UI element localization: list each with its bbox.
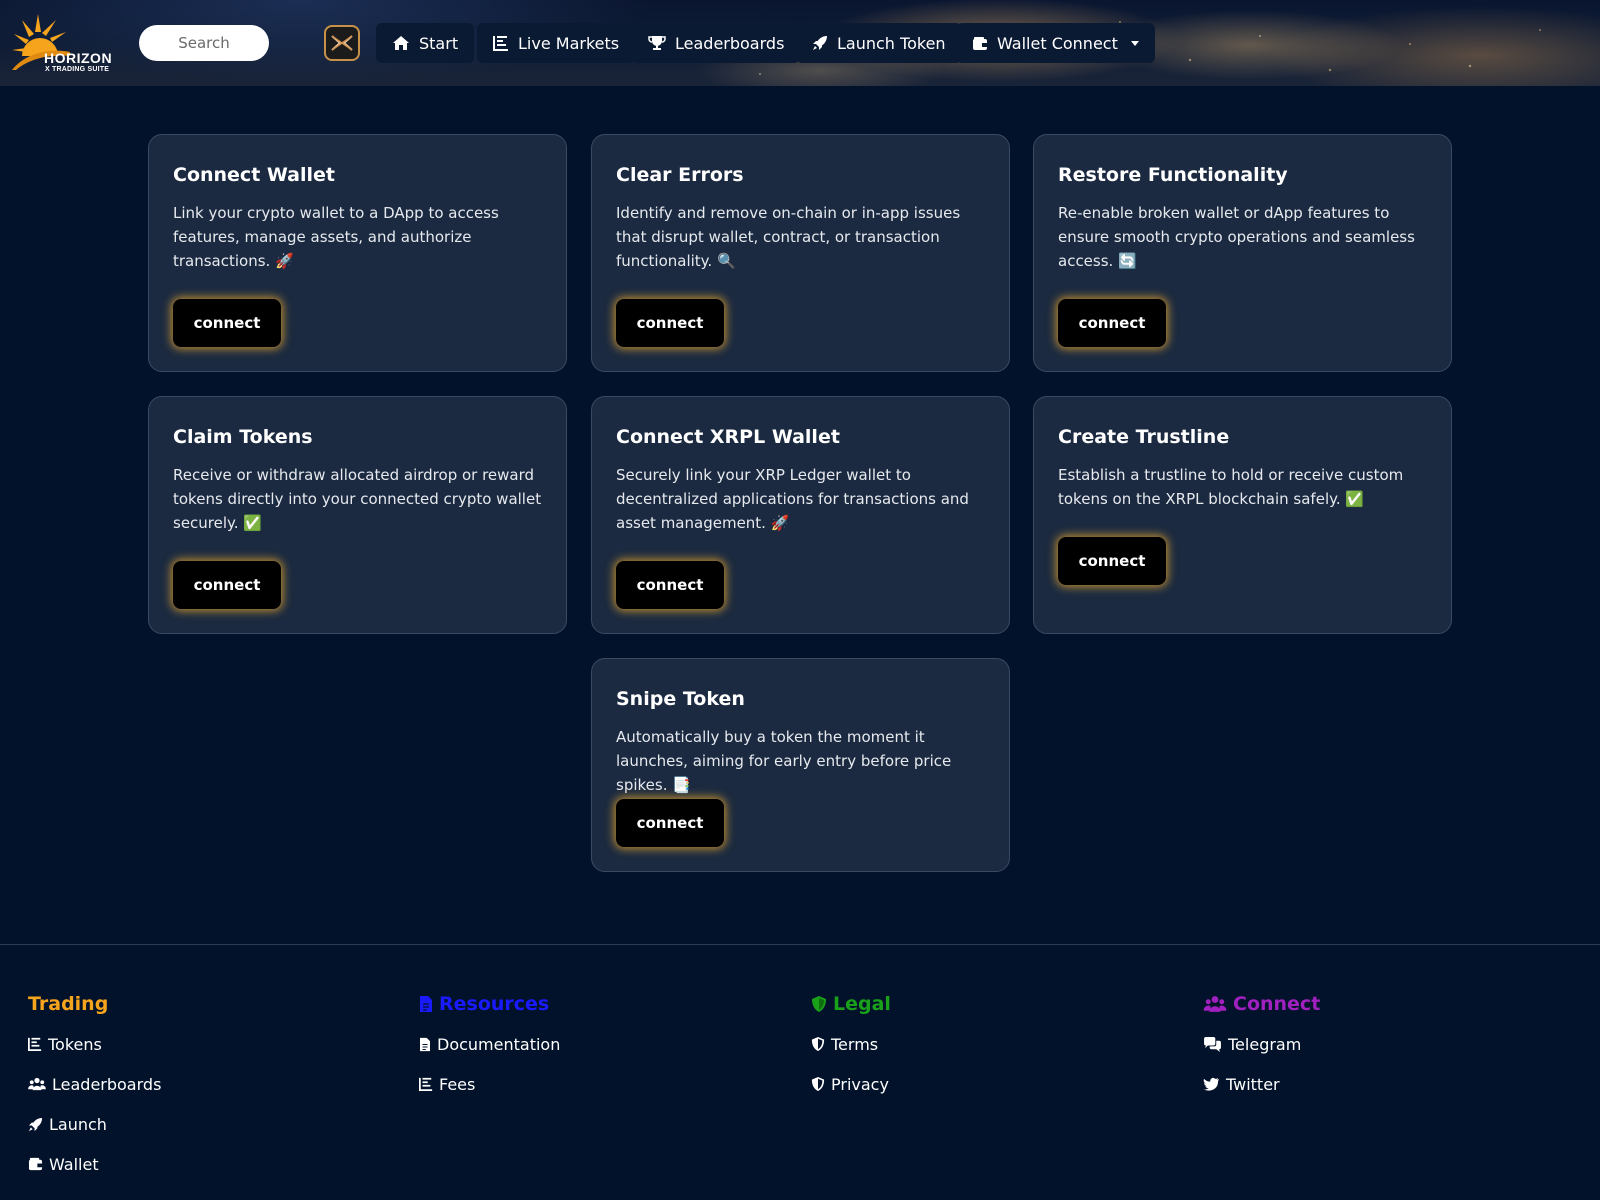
search-input[interactable] — [139, 25, 269, 61]
users-icon — [28, 1077, 46, 1091]
footer-connect-title: Connect — [1233, 993, 1321, 1015]
card-connect-xrpl-wallet: Connect XRPL Wallet Securely link your X… — [591, 396, 1010, 634]
card-connect-wallet: Connect Wallet Link your crypto wallet t… — [148, 134, 567, 372]
nav-wallet-connect-dropdown[interactable]: Wallet Connect — [956, 23, 1155, 63]
card-title: Connect XRPL Wallet — [616, 426, 840, 448]
card-description: Link your crypto wallet to a DApp to acc… — [173, 204, 499, 270]
footer-link-label: Telegram — [1228, 1034, 1302, 1054]
chat-icon — [1204, 1036, 1221, 1052]
nav-launch-token-button[interactable]: Launch Token — [796, 23, 962, 63]
footer-link-label: Privacy — [831, 1074, 889, 1094]
card-clear-errors: Clear Errors Identify and remove on-chai… — [591, 134, 1010, 372]
claim-tokens-connect-button[interactable]: connect — [173, 561, 281, 609]
snipe-token-connect-button[interactable]: connect — [616, 799, 724, 847]
footer-link-label: Launch — [49, 1114, 107, 1134]
home-icon — [393, 36, 409, 50]
card-title: Snipe Token — [616, 688, 745, 710]
top-navbar: HORIZON X TRADING SUITE Start Live Marke… — [0, 0, 1600, 86]
footer-link-leaderboards[interactable]: Leaderboards — [28, 1072, 161, 1096]
horizon-logo[interactable]: HORIZON X TRADING SUITE — [12, 12, 118, 74]
card-create-trustline: Create Trustline Establish a trustline t… — [1033, 396, 1452, 634]
footer-resources-title: Resources — [439, 993, 550, 1015]
card-description: Securely link your XRP Ledger wallet to … — [616, 466, 969, 532]
footer-legal-title: Legal — [833, 993, 891, 1015]
card-description: Re-enable broken wallet or dApp features… — [1058, 204, 1415, 270]
footer-trading-heading: Trading — [28, 992, 161, 1016]
footer-link-twitter[interactable]: Twitter — [1203, 1072, 1320, 1096]
nav-leaderboards-button[interactable]: Leaderboards — [632, 23, 801, 63]
create-trustline-connect-button[interactable]: connect — [1058, 537, 1166, 585]
chart-icon — [28, 1037, 42, 1051]
card-restore-functionality: Restore Functionality Re-enable broken w… — [1033, 134, 1452, 372]
footer-link-tokens[interactable]: Tokens — [28, 1032, 161, 1056]
footer-legal-heading: Legal — [811, 992, 891, 1016]
footer-divider — [0, 944, 1600, 945]
logo-subtitle: X TRADING SUITE — [45, 66, 110, 73]
footer-link-launch[interactable]: Launch — [28, 1112, 161, 1136]
restore-functionality-connect-button[interactable]: connect — [1058, 299, 1166, 347]
chevron-down-icon — [1130, 40, 1139, 46]
footer-link-documentation[interactable]: Documentation — [419, 1032, 560, 1056]
twitter-icon — [1203, 1077, 1219, 1091]
footer-connect-heading: Connect — [1203, 992, 1320, 1016]
xsuite-badge-icon[interactable] — [324, 25, 360, 61]
footer-link-label: Wallet — [49, 1154, 99, 1174]
nav-wallet-connect-label: Wallet Connect — [997, 33, 1118, 53]
card-description: Identify and remove on-chain or in-app i… — [616, 204, 961, 270]
footer-link-label: Tokens — [48, 1034, 102, 1054]
x-logo-icon — [331, 35, 353, 51]
card-snipe-token: Snipe Token Automatically buy a token th… — [591, 658, 1010, 872]
footer-link-telegram[interactable]: Telegram — [1203, 1032, 1320, 1056]
chart-icon — [493, 36, 508, 51]
nav-launch-token-label: Launch Token — [837, 33, 946, 53]
wallet-icon — [973, 36, 987, 50]
card-title: Connect Wallet — [173, 164, 335, 186]
card-title: Clear Errors — [616, 164, 744, 186]
nav-start-button[interactable]: Start — [376, 23, 475, 63]
nav-leaderboards-label: Leaderboards — [675, 33, 785, 53]
file-icon — [420, 996, 432, 1012]
card-title: Claim Tokens — [173, 426, 313, 448]
footer-link-label: Fees — [439, 1074, 476, 1094]
card-description: Automatically buy a token the moment it … — [616, 728, 952, 794]
footer-trading-column: Trading Tokens Leaderboards Launch Walle… — [28, 992, 161, 1192]
footer-link-terms[interactable]: Terms — [811, 1032, 891, 1056]
wallet-icon — [28, 1157, 43, 1171]
nav-start-label: Start — [419, 33, 459, 53]
footer-link-label: Documentation — [437, 1034, 561, 1054]
footer-link-label: Leaderboards — [52, 1074, 162, 1094]
connect-wallet-connect-button[interactable]: connect — [173, 299, 281, 347]
file-icon — [420, 1037, 430, 1051]
footer-connect-column: Connect Telegram Twitter — [1203, 992, 1320, 1112]
rocket-icon — [813, 36, 827, 50]
card-description: Receive or withdraw allocated airdrop or… — [173, 466, 542, 532]
card-title: Restore Functionality — [1058, 164, 1288, 186]
nav-live-markets-button[interactable]: Live Markets — [477, 23, 636, 63]
footer-link-privacy[interactable]: Privacy — [811, 1072, 891, 1096]
footer-link-label: Terms — [831, 1034, 879, 1054]
shield-icon — [812, 996, 826, 1012]
rocket-icon — [28, 1117, 43, 1131]
footer-legal-column: Legal Terms Privacy — [811, 992, 891, 1112]
nav-live-markets-label: Live Markets — [518, 33, 620, 53]
card-description: Establish a trustline to hold or receive… — [1058, 466, 1404, 508]
users-icon — [1203, 996, 1227, 1012]
footer-link-label: Twitter — [1226, 1074, 1280, 1094]
footer-trading-title: Trading — [28, 993, 109, 1015]
shield-icon — [811, 1077, 825, 1091]
footer-link-fees[interactable]: Fees — [419, 1072, 560, 1096]
connect-xrpl-wallet-connect-button[interactable]: connect — [616, 561, 724, 609]
shield-icon — [811, 1037, 825, 1051]
chart-icon — [419, 1077, 433, 1091]
card-claim-tokens: Claim Tokens Receive or withdraw allocat… — [148, 396, 567, 634]
card-title: Create Trustline — [1058, 426, 1230, 448]
footer-resources-heading: Resources — [419, 992, 560, 1016]
trophy-icon — [648, 36, 666, 50]
footer-resources-column: Resources Documentation Fees — [419, 992, 560, 1112]
footer-link-wallet[interactable]: Wallet — [28, 1152, 161, 1176]
clear-errors-connect-button[interactable]: connect — [616, 299, 724, 347]
logo-wordmark: HORIZON — [44, 50, 113, 66]
